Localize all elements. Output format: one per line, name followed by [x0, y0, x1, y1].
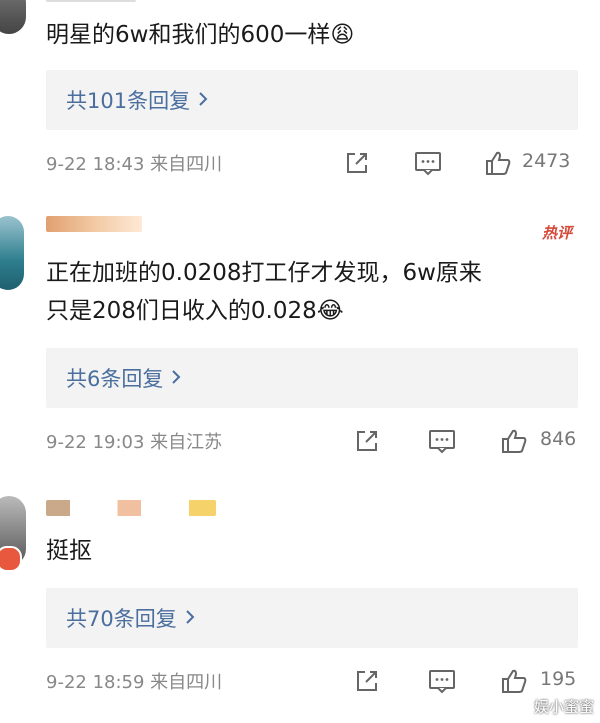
username-bar[interactable] — [46, 500, 216, 516]
replies-label: 共6条回复 — [66, 367, 164, 391]
comment-actions: 195 — [354, 666, 594, 696]
like-icon[interactable] — [484, 150, 512, 180]
share-icon[interactable] — [344, 150, 370, 180]
comment-footer: 9-22 18:59 来自四川 195 — [46, 666, 586, 696]
like-count: 846 — [540, 428, 577, 450]
comment-actions: 846 — [354, 426, 594, 456]
chevron-right-icon — [198, 88, 208, 112]
view-replies-button[interactable]: 共101条回复 — [46, 70, 578, 130]
comment-meta: 9-22 18:59 来自四川 — [46, 672, 223, 693]
comment-actions: 2473 — [344, 148, 584, 178]
comment-icon[interactable] — [428, 668, 456, 698]
username-bar[interactable] — [46, 0, 136, 2]
comment-text: 明星的6w和我们的600一样😩 — [46, 16, 586, 54]
comment-icon[interactable] — [428, 428, 456, 458]
view-replies-button[interactable]: 共6条回复 — [46, 348, 578, 408]
comment-text: 正在加班的0.0208打工仔才发现，6w原来 只是208们日收入的0.028😂 — [46, 254, 586, 330]
like-icon[interactable] — [500, 428, 528, 458]
comment-meta: 9-22 19:03 来自江苏 — [46, 432, 223, 453]
comment-footer: 9-22 19:03 来自江苏 846 — [46, 426, 586, 456]
comment-icon[interactable] — [414, 150, 442, 180]
like-count: 195 — [540, 668, 577, 690]
comment-meta: 9-22 18:43 来自四川 — [46, 154, 223, 175]
comment-text-content: 明星的6w和我们的600一样😩 — [46, 22, 355, 48]
username-bar[interactable] — [46, 216, 142, 232]
replies-label: 共101条回复 — [66, 89, 191, 113]
hot-comment-badge: 热评 — [541, 224, 572, 242]
comment-text-line: 只是208们日收入的0.028😂 — [46, 298, 344, 324]
comment-text: 挺抠 — [46, 532, 586, 570]
like-count: 2473 — [522, 150, 571, 172]
like-icon[interactable] — [500, 668, 528, 698]
watermark-text: 娱小蜜蜜 — [533, 698, 594, 716]
view-replies-button[interactable]: 共70条回复 — [46, 588, 578, 648]
comment-text-content: 挺抠 — [46, 538, 92, 564]
chevron-right-icon — [185, 606, 195, 630]
share-icon[interactable] — [354, 668, 380, 698]
watermark: 娱小蜜蜜 — [534, 696, 594, 717]
verified-badge-icon — [0, 546, 22, 572]
replies-label: 共70条回复 — [66, 607, 177, 631]
comment-footer: 9-22 18:43 来自四川 2473 — [46, 148, 586, 178]
comment-text-line: 正在加班的0.0208打工仔才发现，6w原来 — [46, 260, 482, 286]
avatar[interactable] — [0, 216, 24, 290]
avatar[interactable] — [0, 0, 26, 34]
share-icon[interactable] — [354, 428, 380, 458]
chevron-right-icon — [171, 366, 181, 390]
